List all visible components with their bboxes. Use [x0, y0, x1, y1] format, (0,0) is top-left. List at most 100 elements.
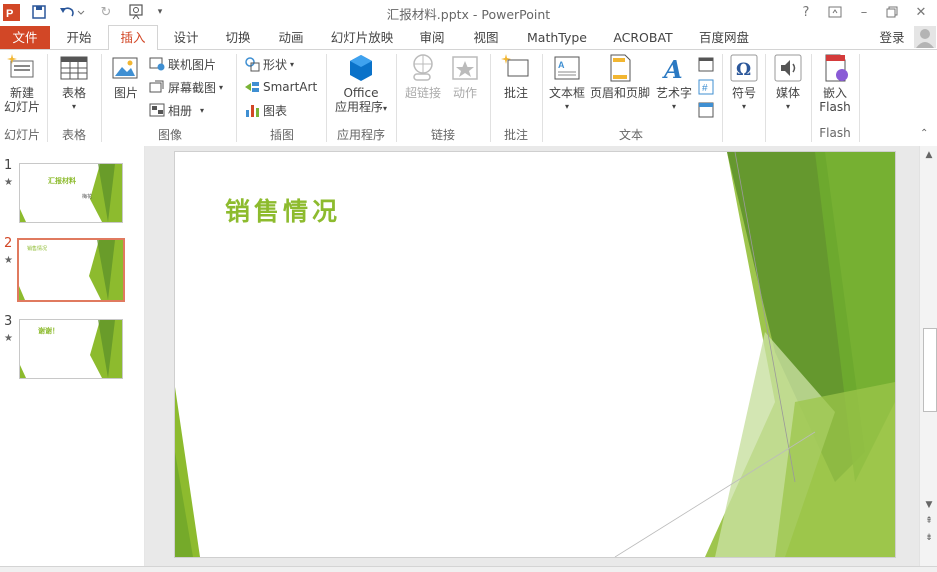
- new-slide-button[interactable]: 新建 幻灯片: [2, 52, 42, 114]
- picture-label: 图片: [113, 86, 138, 100]
- office-apps-icon: [350, 55, 372, 81]
- ribbon-tabs: 文件 开始 插入 设计 切换 动画 幻灯片放映 审阅 视图 MathType A…: [0, 25, 937, 50]
- flash-icon: [825, 54, 848, 82]
- scroll-up-icon[interactable]: ▲: [922, 148, 936, 162]
- current-slide[interactable]: 销售情况: [174, 151, 896, 558]
- group-label-images: 图像: [157, 128, 182, 142]
- vertical-scrollbar[interactable]: ▲ ▼ ⇞ ⇟: [919, 146, 937, 566]
- transition-star-icon: ★: [4, 333, 13, 344]
- minimize-button[interactable]: –: [851, 2, 877, 22]
- svg-text:Ω: Ω: [736, 60, 751, 80]
- tab-file[interactable]: 文件: [0, 26, 50, 49]
- chart-button[interactable]: 图表: [244, 100, 287, 120]
- slide-1-subtitle: 梅花: [82, 194, 93, 200]
- picture-icon: [112, 57, 138, 79]
- hyperlink-button[interactable]: 超链接: [402, 52, 444, 100]
- group-label-links: 链接: [430, 128, 455, 142]
- photo-album-icon: [149, 103, 165, 117]
- scroll-down-icon[interactable]: ▼: [922, 498, 936, 512]
- slide-thumbnail-pane: 1 ★ 汇报材料 梅花 2 ★ 销售情况 3 ★ 谢谢！: [0, 146, 145, 566]
- svg-text:A: A: [558, 60, 565, 70]
- symbols-button[interactable]: Ω 符号 ▾: [727, 52, 761, 114]
- ribbon-display-options-icon[interactable]: [822, 2, 848, 22]
- wordart-button[interactable]: A 艺术字 ▾: [654, 52, 694, 114]
- slide-number-1: 1: [4, 158, 13, 173]
- slide-number-3: 3: [4, 314, 13, 329]
- slide-number-icon[interactable]: #: [697, 77, 715, 97]
- avatar[interactable]: [914, 26, 936, 48]
- shapes-button[interactable]: 形状 ▾: [244, 54, 294, 74]
- embed-flash-button[interactable]: 嵌入 Flash: [814, 52, 856, 114]
- tab-review[interactable]: 审阅: [412, 26, 452, 49]
- group-label-slides: 幻灯片: [3, 128, 40, 142]
- object-icon[interactable]: [697, 100, 715, 120]
- table-label: 表格: [61, 86, 86, 100]
- group-label-comments: 批注: [503, 128, 528, 142]
- online-pictures-icon: [149, 57, 165, 71]
- chart-icon: [246, 105, 259, 117]
- new-slide-label: 新建: [9, 86, 34, 100]
- date-time-icon[interactable]: [697, 54, 715, 74]
- media-button[interactable]: 媒体 ▾: [770, 52, 806, 114]
- slide-thumbnail-1[interactable]: 汇报材料 梅花: [19, 163, 123, 223]
- tab-animations[interactable]: 动画: [270, 26, 312, 49]
- tab-home[interactable]: 开始: [58, 26, 100, 49]
- tab-slideshow[interactable]: 幻灯片放映: [326, 26, 398, 49]
- shapes-icon: [245, 57, 260, 72]
- table-button[interactable]: 表格 ▾: [56, 52, 92, 114]
- login-link[interactable]: 登录: [876, 26, 908, 49]
- restore-button[interactable]: [879, 2, 905, 22]
- new-slide-label2: 幻灯片: [3, 100, 40, 114]
- slide-thumbnail-2[interactable]: 销售情况: [17, 238, 125, 302]
- group-label-flash: Flash: [819, 126, 851, 140]
- speaker-icon: [774, 54, 802, 82]
- tab-insert[interactable]: 插入: [108, 25, 158, 50]
- photo-album-button[interactable]: 相册 ▾: [149, 100, 204, 120]
- status-bar: [0, 566, 937, 572]
- transition-star-icon: ★: [4, 255, 13, 266]
- office-apps-button[interactable]: Office 应用程序▾: [330, 52, 392, 116]
- tab-acrobat[interactable]: ACROBAT: [606, 26, 680, 49]
- slide-1-title: 汇报材料: [48, 177, 76, 185]
- slide-thumbnail-3[interactable]: 谢谢！: [19, 319, 123, 379]
- new-slide-icon: [7, 54, 34, 78]
- svg-text:A: A: [662, 55, 683, 84]
- tab-design[interactable]: 设计: [166, 26, 206, 49]
- action-button[interactable]: 动作: [448, 52, 482, 100]
- close-button[interactable]: ✕: [908, 2, 934, 22]
- textbox-icon: A: [554, 56, 580, 80]
- online-pictures-button[interactable]: 联机图片: [149, 54, 216, 74]
- wordart-icon: A: [662, 55, 683, 84]
- scroll-thumb[interactable]: [923, 328, 937, 412]
- previous-slide-icon[interactable]: ⇞: [922, 514, 936, 528]
- tab-transitions[interactable]: 切换: [218, 26, 258, 49]
- screenshot-icon: [149, 80, 164, 93]
- next-slide-icon[interactable]: ⇟: [922, 531, 936, 545]
- comment-icon: [501, 54, 529, 77]
- tab-baidu-netdisk[interactable]: 百度网盘: [692, 26, 756, 49]
- smartart-icon: [245, 82, 259, 92]
- header-footer-icon: [610, 54, 631, 82]
- textbox-button[interactable]: A 文本框 ▾: [546, 52, 588, 114]
- smartart-button[interactable]: SmartArt: [244, 77, 317, 97]
- slide-number-2: 2: [4, 236, 13, 251]
- screenshot-button[interactable]: 屏幕截图 ▾: [149, 77, 223, 97]
- group-label-apps: 应用程序: [336, 128, 385, 142]
- transition-star-icon: ★: [4, 177, 13, 188]
- tab-mathtype[interactable]: MathType: [520, 26, 594, 49]
- table-icon: [60, 56, 88, 80]
- slide-2-title: 销售情况: [27, 246, 48, 252]
- comment-button[interactable]: 批注: [496, 52, 536, 100]
- slide-3-title: 谢谢！: [38, 327, 59, 335]
- slide-title[interactable]: 销售情况: [225, 192, 341, 228]
- svg-text:#: #: [702, 83, 708, 94]
- picture-button[interactable]: 图片: [108, 52, 144, 100]
- help-button[interactable]: ?: [793, 2, 819, 22]
- group-label-tables: 表格: [61, 128, 86, 142]
- tab-view[interactable]: 视图: [466, 26, 506, 49]
- collapse-ribbon-icon[interactable]: ⌃: [920, 128, 928, 139]
- group-label-illustrations: 插图: [269, 128, 294, 142]
- header-footer-button[interactable]: 页眉和页脚: [588, 52, 652, 100]
- action-icon: [452, 56, 478, 80]
- omega-icon: Ω: [730, 54, 758, 82]
